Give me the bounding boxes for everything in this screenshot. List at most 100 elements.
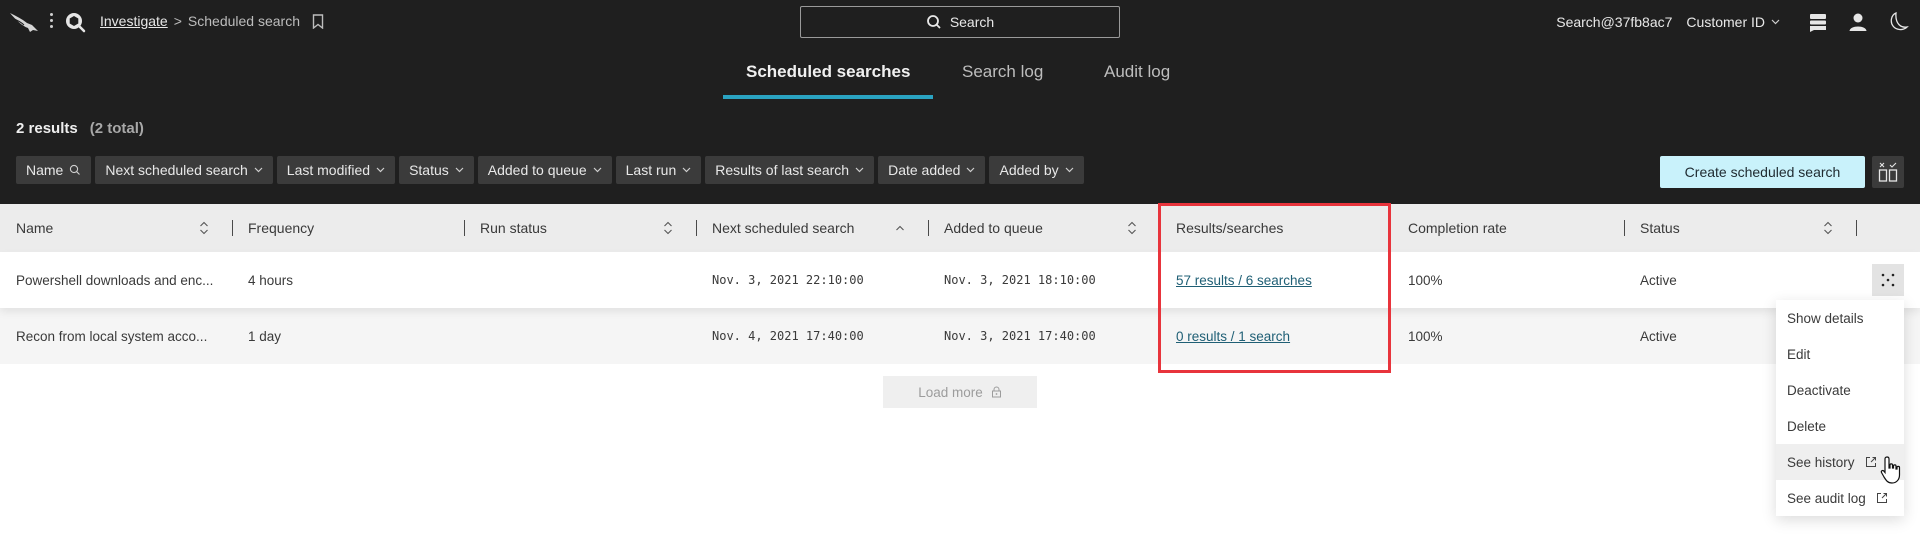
sort-both-icon[interactable] [663,220,673,236]
filter-label: Results of last search [715,162,850,178]
column-resize-handle[interactable] [232,220,233,236]
column-header-label: Name [16,220,54,236]
table-header: Name Frequency Run status Next scheduled… [0,204,1920,252]
page-tabs: Scheduled searches Search log Audit log [0,62,1920,102]
filter-last-modified[interactable]: Last modified [276,156,396,184]
menu-item-edit[interactable]: Edit [1776,336,1904,372]
chevron-down-icon [967,167,975,173]
column-header-added-to-queue[interactable]: Added to queue [944,204,1043,252]
filter-last-run[interactable]: Last run [615,156,702,184]
cell-results-searches: 57 results / 6 searches [1176,252,1312,308]
column-resize-handle[interactable] [464,220,465,236]
global-nav: Investigate > Scheduled search Search Se… [0,0,1920,44]
cell-completion-rate: 100% [1408,328,1443,344]
create-scheduled-search-button[interactable]: Create scheduled search [1660,156,1865,188]
sort-both-icon[interactable] [199,220,209,236]
chevron-down-icon [593,167,602,173]
menu-item-label: Show details [1787,310,1864,326]
chevron-down-icon [1771,19,1780,25]
user-profile-icon[interactable] [1846,10,1870,34]
global-search-button[interactable]: Search [800,6,1120,38]
search-icon [70,164,81,175]
menu-item-see-audit-log[interactable]: See audit log [1776,480,1904,516]
investigate-app-icon[interactable] [64,11,86,33]
external-link-icon [1865,457,1876,467]
column-resize-handle[interactable] [1856,220,1857,236]
tab-search-log[interactable]: Search log [962,62,1043,100]
filter-label: Name [26,162,64,178]
column-header-run-status[interactable]: Run status [480,204,547,252]
filter-status[interactable]: Status [399,156,474,184]
column-resize-handle[interactable] [696,220,697,236]
column-header-label: Completion rate [1408,220,1507,236]
lock-icon [991,386,1001,398]
load-more-button[interactable]: Load more [883,376,1037,408]
menu-item-show-details[interactable]: Show details [1776,300,1904,336]
menu-item-delete[interactable]: Delete [1776,408,1904,444]
column-settings-button[interactable] [1872,156,1904,188]
menu-item-deactivate[interactable]: Deactivate [1776,372,1904,408]
filter-results-of-last-search[interactable]: Results of last search [705,156,875,184]
column-header-name[interactable]: Name [16,204,216,252]
filter-name[interactable]: Name [16,156,92,184]
tab-audit-log[interactable]: Audit log [1104,62,1170,100]
cell-results-searches: 0 results / 1 search [1176,308,1290,364]
column-resize-handle[interactable] [1624,220,1625,236]
external-link-icon [1876,493,1887,503]
breadcrumb-current: Scheduled search [187,13,300,29]
column-toggle-icon [1878,162,1898,182]
menu-item-label: Deactivate [1787,382,1851,398]
dark-mode-moon-icon[interactable] [1886,10,1910,34]
table-row[interactable]: Recon from local system acco... 1 day No… [0,308,1920,364]
filter-label: Last run [625,162,677,178]
cell-frequency: 1 day [248,328,282,344]
search-label: Search [949,14,995,30]
filter-label: Status [409,162,449,178]
search-icon [926,15,941,29]
chevron-down-icon [1065,167,1074,173]
cell-added-to-queue: Nov. 3, 2021 18:10:00 [944,273,1096,287]
chevron-down-icon [376,167,385,173]
cell-next-scheduled: Nov. 4, 2021 17:40:00 [712,329,864,343]
cell-name[interactable]: Recon from local system acco... [16,308,207,364]
column-header-status[interactable]: Status [1640,204,1680,252]
cell-frequency: 4 hours [248,272,294,288]
filter-added-to-queue[interactable]: Added to queue [477,156,612,184]
menu-item-label: See history [1787,454,1855,470]
notifications-icon[interactable] [1806,10,1830,34]
filter-label: Date added [888,162,961,178]
column-header-label: Frequency [248,220,315,236]
cell-name[interactable]: Powershell downloads and enc... [16,252,213,308]
filter-next-scheduled-search[interactable]: Next scheduled search [95,156,273,184]
load-more-label: Load more [918,384,983,400]
sort-ascending-icon[interactable] [895,223,905,233]
customer-id-dropdown[interactable]: Customer ID [1686,14,1780,30]
filter-added-by[interactable]: Added by [989,156,1084,184]
filter-label: Next scheduled search [105,162,248,178]
results-searches-link[interactable]: 57 results / 6 searches [1176,273,1312,288]
tab-scheduled-searches[interactable]: Scheduled searches [722,62,934,100]
menu-item-label: Delete [1787,418,1827,434]
bookmark-icon[interactable] [312,13,324,29]
app-menu-icon[interactable] [48,11,54,33]
row-actions-button[interactable] [1872,264,1904,296]
filter-date-added[interactable]: Date added [878,156,986,184]
column-header-label: Next scheduled search [712,220,855,236]
menu-item-label: See audit log [1787,490,1866,506]
more-actions-dots-icon [1881,273,1895,287]
user-account[interactable]: Search@37fb8ac7 [1556,14,1672,30]
breadcrumb-investigate-link[interactable]: Investigate [100,13,168,29]
sort-both-icon[interactable] [1823,220,1833,236]
column-resize-handle[interactable] [928,220,929,236]
chevron-down-icon [682,167,691,173]
table-row[interactable]: Powershell downloads and enc... 4 hours … [0,252,1920,308]
sort-both-icon[interactable] [1127,220,1137,236]
column-header-label: Added to queue [944,220,1043,236]
column-header-next-scheduled-search[interactable]: Next scheduled search [712,204,854,252]
top-header: Investigate > Scheduled search Search Se… [0,0,1920,204]
falcon-logo-icon[interactable] [8,10,40,34]
results-searches-link[interactable]: 0 results / 1 search [1176,329,1290,344]
results-total: (2 total) [89,120,144,137]
column-header-frequency: Frequency [248,204,314,252]
breadcrumb: Investigate > Scheduled search [100,13,324,29]
